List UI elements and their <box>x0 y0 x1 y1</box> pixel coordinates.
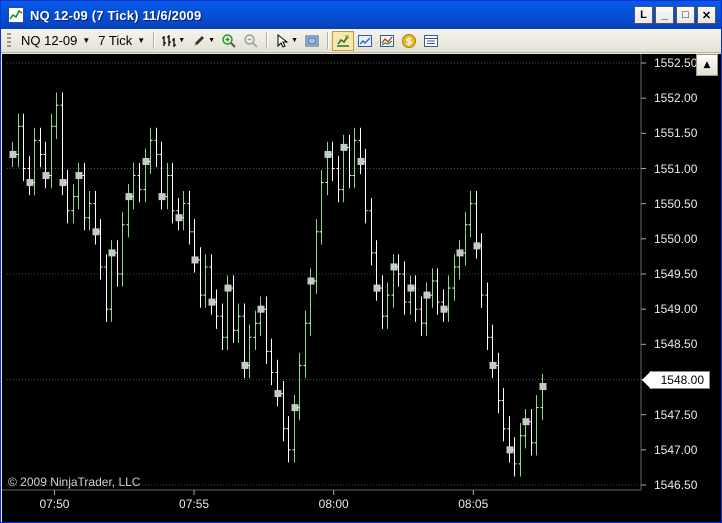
indicators-button[interactable] <box>376 31 398 51</box>
instrument-label: NQ 12-09 <box>21 33 78 48</box>
trade-marker <box>42 172 50 180</box>
trade-marker <box>208 298 216 306</box>
trade-marker <box>307 277 315 285</box>
trade-marker <box>473 242 481 250</box>
toolbar-separator <box>153 32 155 49</box>
y-tick-label: 1549.50 <box>654 267 698 281</box>
trade-marker <box>423 291 431 299</box>
trade-marker <box>440 305 448 313</box>
chart-window: NQ 12-09 (7 Tick) 11/6/2009 L _ □ ✕ NQ 1… <box>0 0 722 523</box>
trade-marker <box>407 284 415 292</box>
bar-type-icon <box>162 34 177 47</box>
trade-marker <box>92 228 100 236</box>
trade-marker <box>158 193 166 201</box>
toolbar-separator <box>266 32 268 49</box>
y-tick-label: 1552.50 <box>654 56 698 70</box>
trade-marker <box>224 284 232 292</box>
ninjatrader-chart-icon <box>8 7 24 23</box>
chevron-down-icon: ▼ <box>82 36 91 45</box>
current-price-marker: 1548.00 <box>642 370 710 389</box>
draw-pencil-icon <box>194 35 205 46</box>
trade-marker <box>9 150 17 158</box>
scroll-up-button[interactable]: ▲ <box>696 54 718 76</box>
trade-marker <box>489 361 497 369</box>
zoom-out-icon <box>244 33 258 48</box>
properties-icon <box>305 35 319 46</box>
current-price-value: 1548.00 <box>660 372 704 387</box>
trade-marker <box>324 150 332 158</box>
x-tick-label: 07:55 <box>179 497 210 511</box>
chart-toolbar: NQ 12-09 ▼ 7 Tick ▼ ▼ ▼ ▼ $ <box>1 29 721 53</box>
trade-marker <box>291 404 299 412</box>
trade-marker <box>522 418 530 426</box>
svg-text:$: $ <box>406 36 413 47</box>
trade-marker <box>142 157 150 165</box>
trade-marker <box>175 214 183 222</box>
minimize-button[interactable]: _ <box>655 6 674 24</box>
price-chart-panel[interactable]: 1552.50 1552.00 1551.50 1551.00 1550.50 1550.… <box>2 54 721 522</box>
y-tick-label: 1550.00 <box>654 231 698 246</box>
bar-type-button[interactable] <box>158 31 180 51</box>
window-controls: L _ □ ✕ <box>634 6 716 24</box>
trade-marker <box>75 172 83 180</box>
maximize-button[interactable]: □ <box>676 6 695 24</box>
instrument-selector[interactable]: NQ 12-09 ▼ <box>17 31 94 51</box>
zoom-in-icon <box>222 33 236 48</box>
copyright-text: © 2009 NinjaTrader, LLC <box>8 475 141 489</box>
strategy-button[interactable] <box>332 30 354 51</box>
y-tick-label: 1551.50 <box>654 126 698 141</box>
y-tick-label: 1549.00 <box>654 302 698 317</box>
trade-marker <box>108 249 116 257</box>
y-tick-label: 1552.00 <box>654 91 698 106</box>
help-button[interactable]: L <box>634 6 653 24</box>
trade-marker <box>456 249 464 257</box>
period-label: 7 Tick <box>98 33 133 48</box>
period-selector[interactable]: 7 Tick ▼ <box>94 31 149 51</box>
trade-marker <box>373 284 381 292</box>
y-tick-label: 1550.50 <box>654 196 698 211</box>
pointer-button[interactable] <box>271 31 293 51</box>
trade-marker <box>357 157 365 165</box>
window-title: NQ 12-09 (7 Tick) 11/6/2009 <box>30 7 202 23</box>
trade-marker <box>390 263 398 271</box>
indicator-icon <box>380 34 394 47</box>
x-tick-label: 08:05 <box>458 497 489 511</box>
chart-style-button[interactable] <box>354 31 376 51</box>
trade-marker <box>506 446 514 454</box>
data-box-icon <box>424 34 438 47</box>
trade-marker <box>539 383 547 391</box>
properties-button[interactable] <box>301 31 323 51</box>
zoom-in-button[interactable] <box>218 31 240 51</box>
pointer-icon <box>277 33 289 48</box>
strategy-icon <box>337 34 349 47</box>
close-button[interactable]: ✕ <box>697 6 716 24</box>
trade-marker <box>257 305 265 313</box>
y-tick-label: 1547.00 <box>654 442 698 457</box>
toolbar-grip[interactable] <box>7 32 11 49</box>
dollar-icon: $ <box>402 33 416 48</box>
y-tick-label: 1547.50 <box>654 407 698 422</box>
x-tick-label: 07:50 <box>39 497 70 511</box>
data-box-button[interactable] <box>420 31 442 51</box>
trade-marker <box>125 193 133 201</box>
y-tick-label: 1548.50 <box>654 337 698 352</box>
price-chart[interactable] <box>2 54 721 522</box>
toolbar-separator <box>327 32 328 49</box>
zoom-out-button[interactable] <box>240 31 262 51</box>
x-tick-label: 08:00 <box>318 497 349 511</box>
trade-marker <box>191 256 199 264</box>
trade-marker <box>59 179 67 187</box>
orders-button[interactable]: $ <box>398 31 420 51</box>
y-tick-label: 1551.00 <box>654 161 698 176</box>
trade-marker <box>274 390 282 398</box>
trade-marker <box>241 361 249 369</box>
chevron-up-icon: ▲ <box>703 60 711 70</box>
trade-marker <box>340 143 348 151</box>
chart-icon <box>358 34 372 47</box>
trade-marker <box>26 179 34 187</box>
chevron-down-icon: ▼ <box>137 36 146 45</box>
y-tick-label: 1546.50 <box>654 478 698 492</box>
title-bar[interactable]: NQ 12-09 (7 Tick) 11/6/2009 L _ □ ✕ <box>1 1 721 29</box>
draw-tools-button[interactable] <box>188 31 210 51</box>
